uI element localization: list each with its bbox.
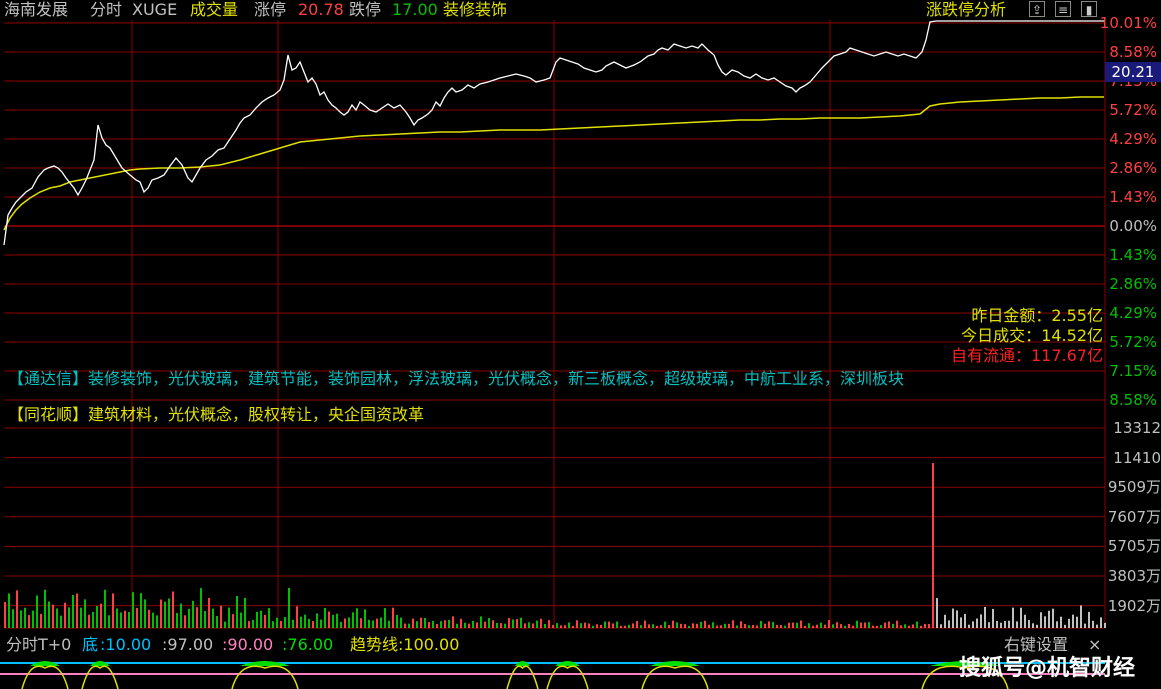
- chart-grid: [4, 20, 1106, 629]
- limit-up-label: 涨停: [254, 0, 287, 19]
- limit-up-value: 20.78: [298, 0, 344, 19]
- price-axis-label: 1.43%: [1109, 246, 1157, 264]
- yesterday-amount-value: 2.55亿: [1051, 306, 1103, 325]
- indicator-curve: [81, 665, 119, 689]
- free-float-value: 117.67亿: [1031, 346, 1103, 365]
- current-price-badge: 20.21: [1105, 62, 1161, 82]
- indicator-fill: [515, 661, 530, 666]
- indicator-curve: [231, 665, 299, 689]
- panel-icon[interactable]: ▮: [1081, 1, 1097, 17]
- indicator-name[interactable]: 分时T+0: [6, 634, 71, 656]
- indicator-curve: [641, 665, 709, 689]
- price-axis-label: 10.01%: [1099, 14, 1157, 32]
- yesterday-amount: 昨日金额：2.55亿: [971, 306, 1103, 326]
- price-axis-label: 4.29%: [1109, 130, 1157, 148]
- today-turnover-label: 今日成交：: [961, 326, 1042, 345]
- volume-axis-label: 5705万: [1107, 537, 1161, 556]
- volume-axis-label: 9509万: [1107, 478, 1161, 497]
- free-float-label: 自有流通：: [950, 346, 1031, 365]
- price-axis-label: 5.72%: [1109, 333, 1157, 351]
- indicator-fill: [240, 661, 290, 666]
- price-axis-label: 8.58%: [1109, 43, 1157, 61]
- price-axis-label: 2.86%: [1109, 159, 1157, 177]
- price-axis-label: 8.58%: [1109, 391, 1157, 409]
- price-axis-label: 5.72%: [1109, 101, 1157, 119]
- limit-down-value: 17.00: [392, 0, 438, 19]
- price-axis-label: 0.00%: [1109, 217, 1157, 235]
- indicator-panel: [0, 661, 1105, 689]
- price-axis-label: 1.43%: [1109, 188, 1157, 206]
- trend-value: :100.00: [398, 635, 460, 654]
- trend-label: 趋势线: [350, 635, 399, 654]
- indicator-curve: [506, 665, 539, 689]
- value-90: :90.00: [222, 635, 274, 654]
- indicator-fill: [650, 661, 700, 666]
- indicator-label[interactable]: XUGE: [132, 0, 177, 20]
- tdx-concepts: 【通达信】装修装饰，光伏玻璃，建筑节能，装饰园林，浮法玻璃，光伏概念，新三板概念…: [8, 369, 905, 388]
- bottom-value: :10.00: [100, 635, 152, 654]
- volume-axis-label: 11410: [1113, 448, 1161, 467]
- volume-axis-label: 13312: [1113, 419, 1161, 437]
- volume-bars: [4, 463, 1106, 628]
- volume-axis-label: 3803万: [1107, 567, 1161, 585]
- today-turnover-value: 14.52亿: [1041, 326, 1103, 345]
- indicator-fill: [90, 661, 110, 666]
- value-76: :76.00: [282, 635, 334, 654]
- today-turnover: 今日成交：14.52亿: [961, 326, 1103, 346]
- indicator-fill: [30, 661, 60, 666]
- watermark: 搜狐号@机智财经: [958, 656, 1135, 681]
- top-bar: 海南发展 分时 XUGE 成交量 涨停 20.78 跌停 17.00 装修装饰 …: [0, 0, 1161, 20]
- view-label[interactable]: 分时: [90, 0, 122, 20]
- industry-label[interactable]: 装修装饰: [443, 0, 507, 20]
- indicator-fill: [555, 661, 580, 666]
- indicator-curve: [21, 665, 69, 689]
- indicator-curve: [546, 665, 589, 689]
- price-axis-label: 7.15%: [1109, 362, 1157, 380]
- value-97: :97.00: [162, 635, 214, 654]
- price-axis-label: 4.29%: [1109, 304, 1157, 322]
- arrow-up-icon[interactable]: ⇪: [1029, 1, 1045, 17]
- volume-label[interactable]: 成交量: [190, 0, 238, 20]
- volume-axis-label: 7607万: [1107, 507, 1161, 526]
- limit-down-label: 跌停: [349, 0, 382, 19]
- free-float: 自有流通：117.67亿: [951, 346, 1103, 366]
- yesterday-amount-label: 昨日金额：: [971, 306, 1052, 325]
- bottom-label: 底: [82, 635, 99, 654]
- list-icon[interactable]: ≡: [1055, 1, 1071, 17]
- volume-axis-label: 1902万: [1107, 596, 1161, 615]
- limit-analysis-button[interactable]: 涨跌停分析: [926, 0, 1006, 20]
- ths-concepts: 【同花顺】建筑材料，光伏概念，股权转让，央企国资改革: [8, 405, 425, 424]
- stock-name: 海南发展: [4, 0, 69, 19]
- price-axis-label: 2.86%: [1109, 275, 1157, 293]
